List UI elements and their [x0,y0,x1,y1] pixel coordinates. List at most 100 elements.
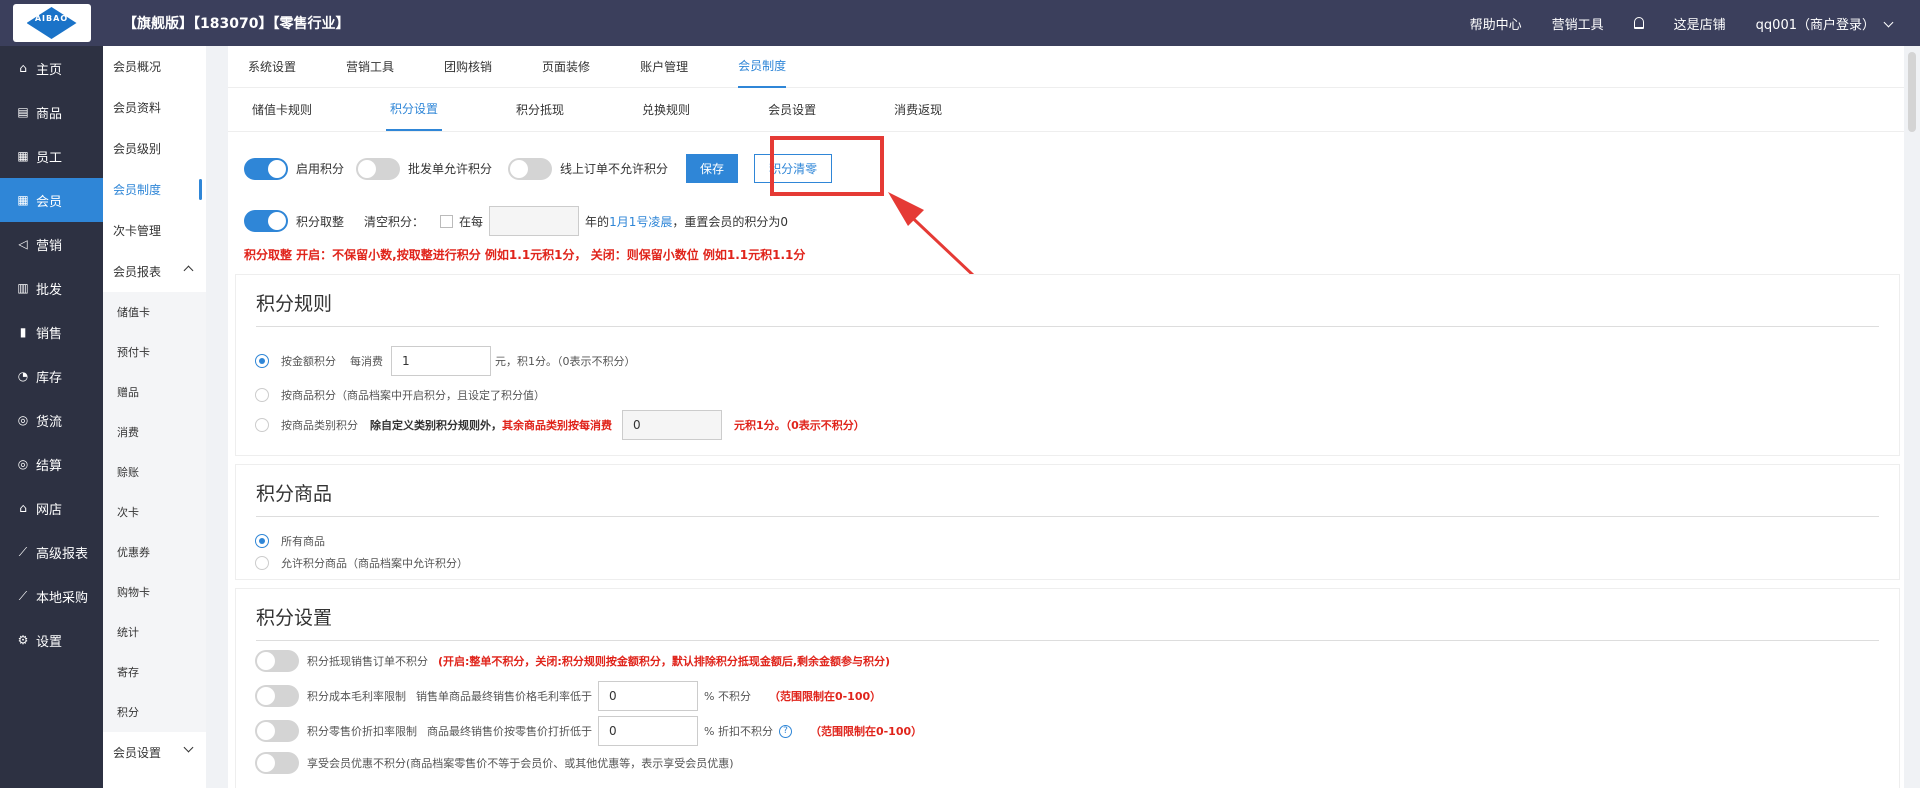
home-icon: ⌂ [19,61,27,75]
subnav-reports[interactable]: 会员报表 [103,251,206,292]
sidebar-item-home[interactable]: ⌂ 主页 [0,46,103,90]
chevron-down-icon [1883,17,1894,27]
report-item[interactable]: 赠品 [103,372,206,412]
each-spend-label: 每消费 [350,355,383,368]
sidebar-item-settlement[interactable]: ◎ 结算 [0,442,103,486]
report-item[interactable]: 储值卡 [103,292,206,332]
sidebar-item-label: 员工 [36,150,63,166]
round-points-switch[interactable] [244,210,288,232]
tab-points-cash[interactable]: 积分抵现 [512,89,568,130]
sidebar-item-marketing[interactable]: ◁ 营销 [0,222,103,266]
tab-member-settings[interactable]: 会员设置 [764,89,820,130]
sidebar-item-label: 库存 [36,370,63,386]
online-no-points-switch[interactable] [508,157,553,180]
settlement-icon: ◎ [17,457,29,471]
scrollbar-thumb[interactable] [1908,52,1916,132]
product-all-option: 所有商品 [255,533,325,549]
wholesale-points-switch[interactable] [356,157,401,180]
tab-exchange-rules[interactable]: 兑换规则 [638,89,694,130]
sub-tabs: 储值卡规则 积分设置 积分抵现 兑换规则 会员设置 消费返现 [228,88,1904,132]
tab-account[interactable]: 账户管理 [640,46,688,87]
sidebar-item-label: 网店 [36,502,63,518]
sidebar-item-products[interactable]: ▤ 商品 [0,90,103,134]
sidebar-item-logistics[interactable]: ◎ 货流 [0,398,103,442]
subnav-level[interactable]: 会员级别 [103,128,206,169]
tab-stored-card-rules[interactable]: 储值卡规则 [248,89,316,130]
rule-by-category: 按商品类别积分 除自定义类别积分规则外， 其余商品类别按每消费 0 元积1分。（… [255,410,865,440]
line-chart-icon: ⟋ [18,544,28,559]
enable-points-switch[interactable] [244,157,288,180]
sidebar-item-label: 结算 [36,458,63,474]
by-amount-radio[interactable] [255,354,269,368]
tab-marketing-tools[interactable]: 营销工具 [346,46,394,87]
member-icon: ▦ [17,193,29,207]
sidebar-item-inventory[interactable]: ◔ 库存 [0,354,103,398]
member-discount-switch[interactable] [255,752,299,774]
gear-icon: ⚙ [17,633,29,647]
all-products-radio[interactable] [255,534,269,548]
subnav-system[interactable]: 会员制度 [103,169,206,210]
cash-no-points-switch[interactable] [255,650,299,672]
tab-points-settings[interactable]: 积分设置 [386,88,443,131]
store-name-link[interactable]: 这是店铺 [1674,14,1726,33]
report-item[interactable]: 统计 [103,612,206,652]
chevron-down-icon [183,742,194,753]
margin-limit-input[interactable]: 0 [598,681,698,711]
sidebar-item-settings[interactable]: ⚙ 设置 [0,618,103,662]
sidebar-item-webshop[interactable]: ⌂ 网店 [0,486,103,530]
sidebar-item-advanced-reports[interactable]: ⟋ 高级报表 [0,530,103,574]
sidebar-item-wholesale[interactable]: ▥ 批发 [0,266,103,310]
report-item[interactable]: 消费 [103,412,206,452]
logo[interactable]: AIBAO [0,0,103,46]
tab-cashback[interactable]: 消费返现 [890,89,946,130]
subnav-settings[interactable]: 会员设置 [103,732,206,773]
subnav-card[interactable]: 次卡管理 [103,210,206,251]
report-item[interactable]: 寄存 [103,652,206,692]
tab-member-system[interactable]: 会员制度 [738,45,787,88]
marketing-tools-link[interactable]: 营销工具 [1552,14,1604,33]
save-button[interactable]: 保存 [686,154,739,183]
discount-limit-range: （范围限制在0-100） [809,725,923,738]
sidebar-item-label: 批发 [36,282,63,298]
sidebar-item-members[interactable]: ▦ 会员 [0,178,103,222]
pie-icon: ◔ [17,369,29,383]
bell-icon[interactable] [1633,17,1644,29]
tab-group-verify[interactable]: 团购核销 [444,46,492,87]
report-item[interactable]: 购物卡 [103,572,206,612]
points-products-title: 积分商品 [256,465,1879,517]
user-menu[interactable]: qq001（商户登录） [1756,14,1894,33]
report-item[interactable]: 积分 [103,692,206,732]
tab-page-decor[interactable]: 页面装修 [542,46,590,87]
primary-sidebar: ⌂ 主页 ▤ 商品 ▦ 员工 ▦ 会员 ◁ 营销 ▥ 批发 ▮ 销售 ◔ 库存 ◎ 货流 ◎ 结算 … [0,46,103,788]
sidebar-item-local-purchase[interactable]: ⟋ 本地采购 [0,574,103,618]
round-points-label: 积分取整 [296,214,345,229]
discount-limit-switch[interactable] [255,720,299,742]
subnav-profile[interactable]: 会员资料 [103,87,206,128]
by-product-radio[interactable] [255,388,269,402]
logistics-icon: ◎ [17,413,29,427]
reset-label: ，重置会员的积分为0 [672,214,788,229]
help-icon[interactable]: ? [778,724,792,738]
allowed-products-radio[interactable] [255,556,269,570]
report-item[interactable]: 次卡 [103,492,206,532]
by-category-radio[interactable] [255,418,269,432]
report-item[interactable]: 预付卡 [103,332,206,372]
clear-points-checkbox[interactable] [440,214,454,228]
amount-input[interactable]: 1 [391,346,491,376]
help-center-link[interactable]: 帮助中心 [1470,14,1522,33]
jan1-label: 1月1号凌晨 [609,214,673,229]
margin-limit-switch[interactable] [255,685,299,707]
rest-categories-label: 其余商品类别按每消费 [502,419,612,432]
allowed-products-label: 允许积分商品（商品档案中允许积分） [281,557,468,570]
product-icon: ▤ [17,105,29,119]
discount-limit-input[interactable]: 0 [598,716,698,746]
tab-system-settings[interactable]: 系统设置 [248,46,296,87]
report-item[interactable]: 优惠券 [103,532,206,572]
sidebar-item-staff[interactable]: ▦ 员工 [0,134,103,178]
subnav-overview[interactable]: 会员概况 [103,46,206,87]
page-scrollbar[interactable] [1904,46,1920,788]
year-input[interactable] [489,206,580,236]
report-item[interactable]: 赊账 [103,452,206,492]
sidebar-item-sales[interactable]: ▮ 销售 [0,310,103,354]
category-amount-input[interactable]: 0 [622,410,722,440]
